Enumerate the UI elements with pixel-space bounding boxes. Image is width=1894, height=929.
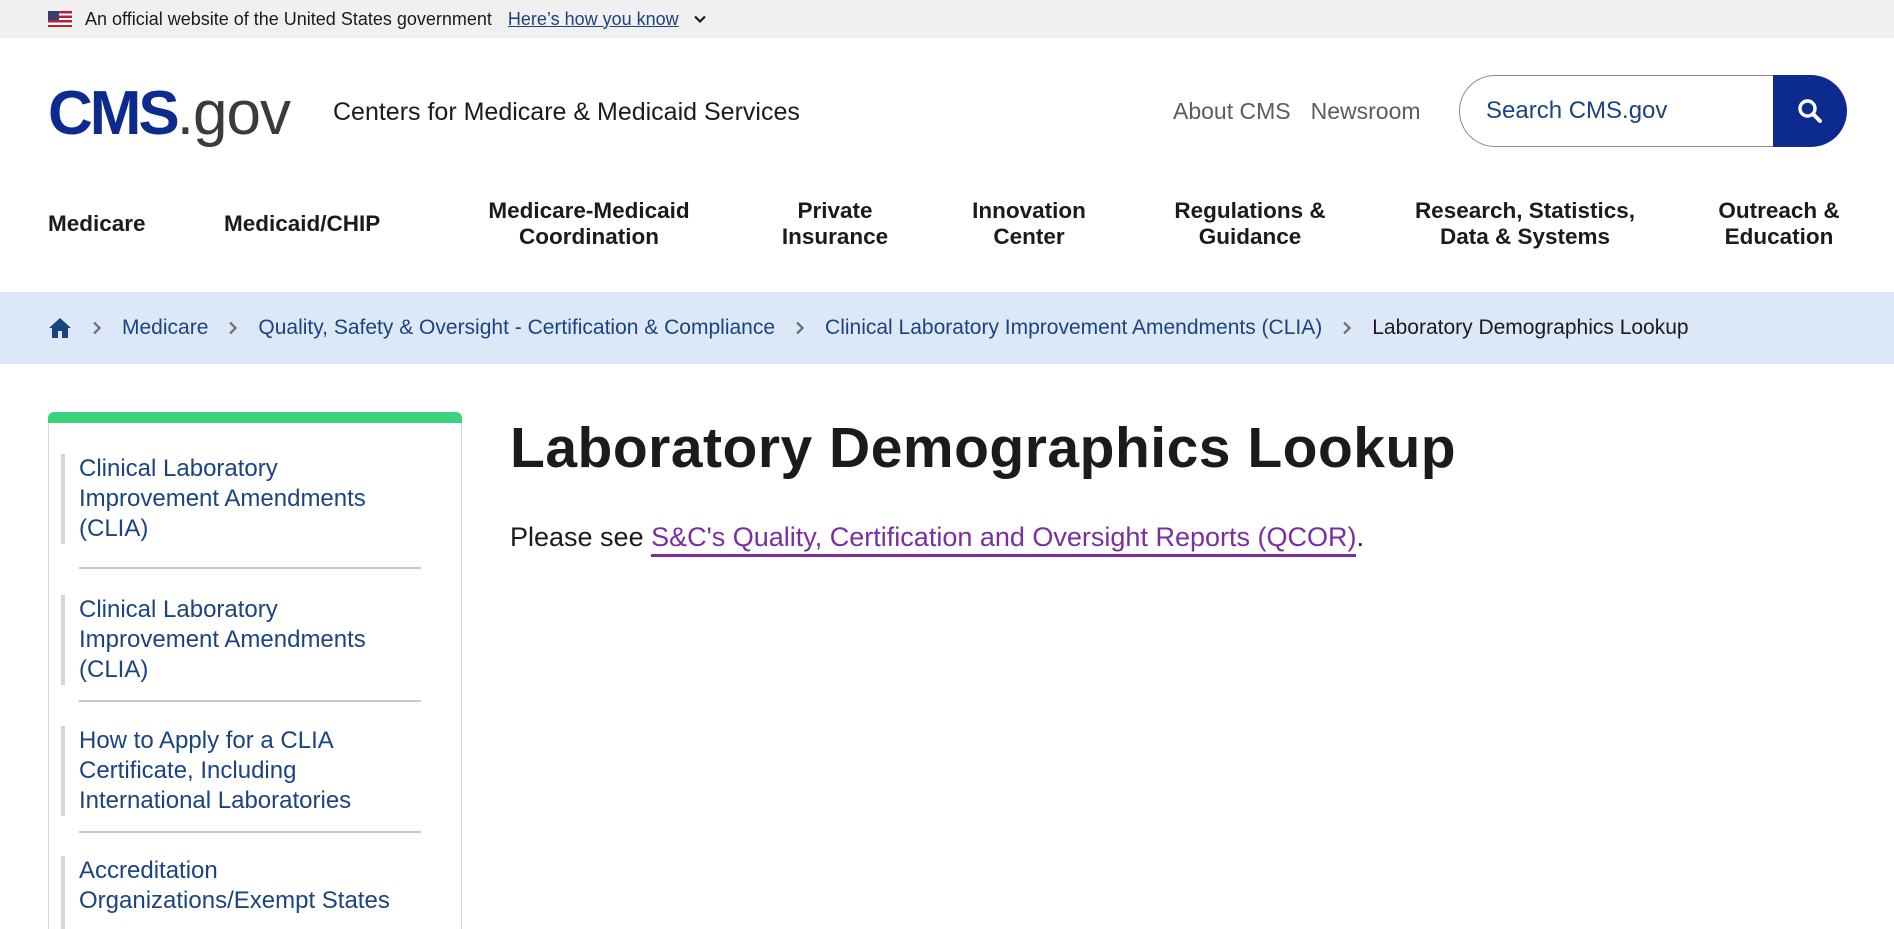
chevron-right-icon	[796, 321, 805, 335]
nav-item-private-insurance[interactable]: Private Insurance	[766, 183, 904, 265]
breadcrumb: Medicare Quality, Safety & Oversight - C…	[0, 292, 1894, 364]
chevron-right-icon	[1343, 321, 1352, 335]
sidebar-divider	[79, 831, 421, 833]
nav-item-regulations-guidance[interactable]: Regulations & Guidance	[1152, 183, 1348, 265]
breadcrumb-link-clia[interactable]: Clinical Laboratory Improvement Amendmen…	[825, 316, 1322, 340]
chevron-down-icon[interactable]	[693, 12, 707, 26]
chevron-right-icon	[93, 321, 102, 335]
sidebar-item-label[interactable]: Accreditation Organizations/Exempt State…	[79, 856, 419, 916]
chevron-right-icon	[229, 321, 238, 335]
cms-logo[interactable]: CMS .gov	[48, 78, 291, 149]
sidebar-item-indicator	[61, 595, 65, 685]
heres-how-you-know-link[interactable]: Here’s how you know	[508, 9, 679, 30]
sidebar-item-accreditation[interactable]: Accreditation Organizations/Exempt State…	[61, 856, 433, 929]
home-icon[interactable]	[48, 317, 72, 339]
search-input[interactable]: Search CMS.gov	[1459, 75, 1773, 147]
us-flag-icon	[48, 11, 72, 27]
sidebar-item-indicator	[61, 454, 65, 544]
nav-item-research-statistics[interactable]: Research, Statistics, Data & Systems	[1390, 183, 1660, 265]
site-header: CMS .gov Centers for Medicare & Medicaid…	[0, 38, 1894, 183]
nav-item-medicaid-chip[interactable]: Medicaid/CHIP	[224, 183, 404, 265]
agency-name: Centers for Medicare & Medicaid Services	[333, 98, 800, 126]
logo-gov-text: .gov	[176, 79, 291, 148]
sidebar-item-label[interactable]: Clinical Laboratory Improvement Amendmen…	[79, 454, 419, 544]
sidebar-nav: Clinical Laboratory Improvement Amendmen…	[47, 412, 462, 929]
breadcrumb-link-quality-safety[interactable]: Quality, Safety & Oversight - Certificat…	[258, 316, 775, 340]
sidebar-item-how-to-apply[interactable]: How to Apply for a CLIA Certificate, Inc…	[61, 726, 433, 846]
intro-paragraph: Please see S&C's Quality, Certification …	[510, 522, 1364, 557]
sidebar-divider	[79, 567, 421, 569]
sidebar-item-label[interactable]: Clinical Laboratory Improvement Amendmen…	[79, 595, 419, 685]
sidebar-accent-bar	[47, 412, 462, 423]
search-icon	[1798, 99, 1822, 123]
sidebar-divider	[79, 700, 421, 702]
page-title: Laboratory Demographics Lookup	[510, 416, 1457, 480]
breadcrumb-current: Laboratory Demographics Lookup	[1372, 316, 1689, 339]
intro-suffix: .	[1356, 522, 1364, 552]
logo-cms-text: CMS	[48, 79, 180, 148]
nav-item-medicare[interactable]: Medicare	[48, 183, 153, 265]
sidebar-item-indicator	[61, 856, 65, 929]
about-cms-link[interactable]: About CMS	[1173, 98, 1291, 125]
search-button[interactable]	[1773, 75, 1847, 147]
nav-item-innovation-center[interactable]: Innovation Center	[954, 183, 1104, 265]
utility-links: About CMS Newsroom	[1173, 98, 1421, 125]
gov-banner: An official website of the United States…	[0, 0, 1894, 38]
nav-item-medicare-medicaid-coordination[interactable]: Medicare-Medicaid Coordination	[470, 183, 708, 265]
main-nav: Medicare Medicaid/CHIP Medicare-Medicaid…	[0, 183, 1894, 292]
sidebar-item-clia-2[interactable]: Clinical Laboratory Improvement Amendmen…	[61, 595, 433, 715]
sidebar-item-label[interactable]: How to Apply for a CLIA Certificate, Inc…	[79, 726, 419, 816]
breadcrumb-link-medicare[interactable]: Medicare	[122, 316, 208, 340]
gov-banner-text: An official website of the United States…	[85, 8, 492, 29]
qcor-link[interactable]: S&C's Quality, Certification and Oversig…	[651, 522, 1357, 557]
sidebar-item-clia[interactable]: Clinical Laboratory Improvement Amendmen…	[61, 454, 433, 584]
newsroom-link[interactable]: Newsroom	[1311, 98, 1421, 125]
search-form: Search CMS.gov	[1459, 75, 1847, 147]
sidebar-item-indicator	[61, 726, 65, 816]
intro-prefix: Please see	[510, 522, 652, 552]
nav-item-outreach-education[interactable]: Outreach & Education	[1704, 183, 1854, 265]
